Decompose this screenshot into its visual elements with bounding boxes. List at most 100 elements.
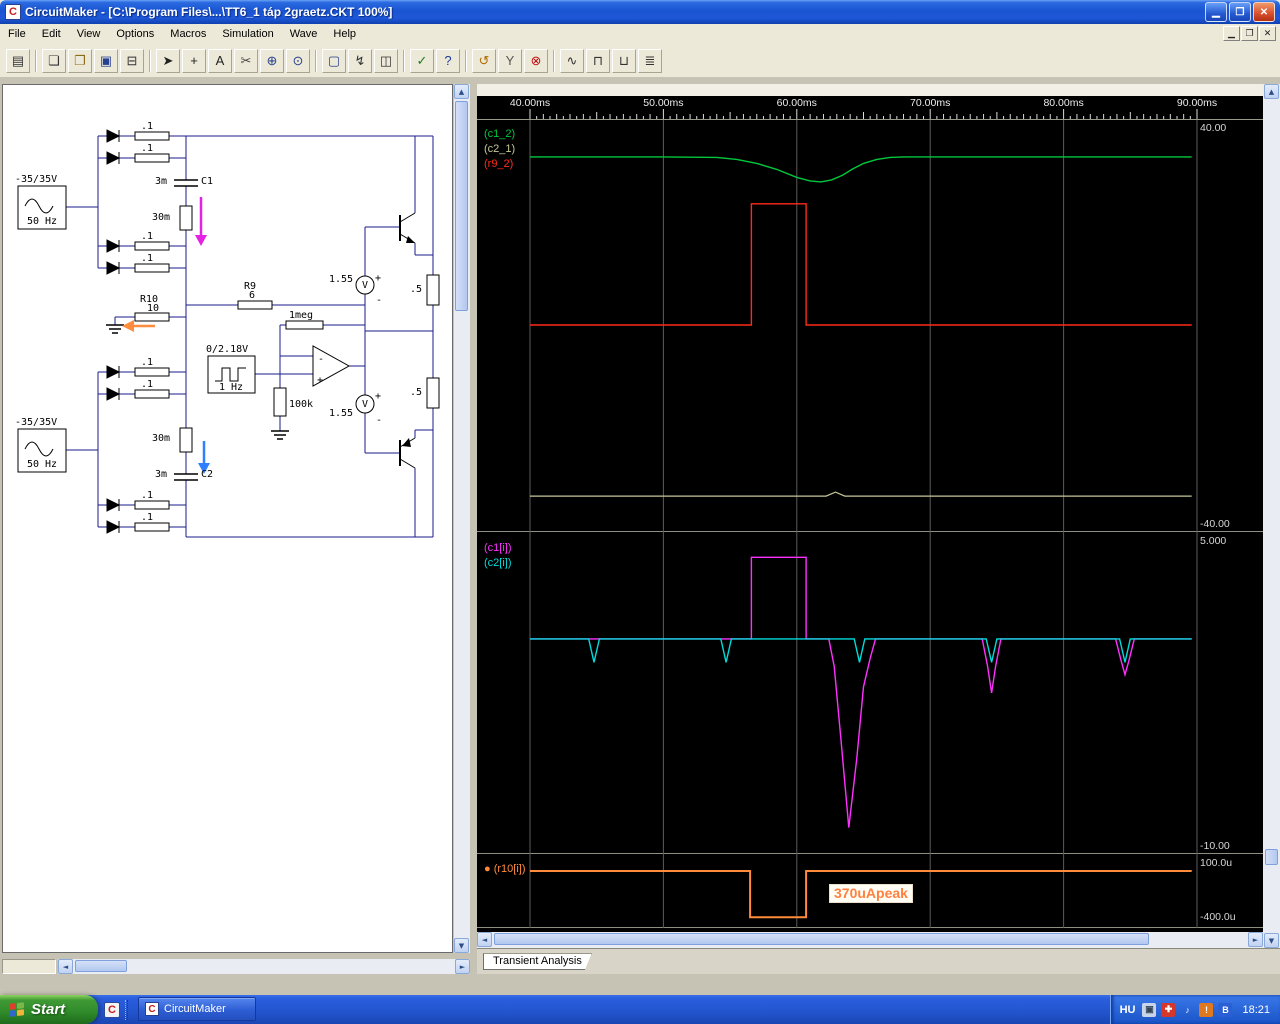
menu-wave[interactable]: Wave (282, 25, 326, 43)
signal-label-c1_2[interactable]: (c1_2) (484, 128, 515, 140)
diode-bridge[interactable] (106, 129, 121, 534)
schematic-canvas[interactable]: V V - + 1 Hz 0/2.18V 50 Hz -35/35V 50 Hz… (3, 85, 453, 953)
zoom-tool-button[interactable]: ⊙ (286, 48, 310, 73)
label-r-small: .1 (141, 379, 153, 390)
select-tool-button[interactable]: ➤ (156, 48, 180, 73)
wave-vscrollbar[interactable]: ▲ ▼ (1263, 84, 1280, 948)
maximize-button[interactable]: ❐ (1229, 2, 1251, 22)
signal-label-c1i[interactable]: (c1[i]) (484, 542, 512, 554)
waveform-canvas-2[interactable] (477, 532, 1263, 854)
waveform-panel[interactable]: 40.00ms 50.00ms 60.00ms 70.00ms 80.00ms 90.00… (477, 84, 1263, 948)
scroll-up-button[interactable]: ▲ (1264, 84, 1279, 99)
language-indicator[interactable]: HU (1120, 1004, 1136, 1016)
reset-simulation-button[interactable]: ↺ (472, 48, 496, 73)
wave-hscrollbar[interactable]: ◄ ► (477, 932, 1263, 948)
scroll-left-button[interactable]: ◄ (477, 932, 492, 947)
probe-arrow-c1[interactable] (195, 197, 207, 246)
wire-tool-button[interactable]: + (182, 48, 206, 73)
antivirus-icon[interactable]: ✚ (1161, 1002, 1176, 1017)
run-check-button[interactable]: ✓ (410, 48, 434, 73)
plot-capacitor-currents[interactable]: (c1[i]) (c2[i]) 5.000 -10.00 (477, 532, 1263, 854)
scope-window-3-button[interactable]: ⊔ (612, 48, 636, 73)
scroll-down-button[interactable]: ▼ (454, 938, 469, 953)
probe-tool-button[interactable]: ↯ (348, 48, 372, 73)
vscroll-thumb[interactable] (455, 101, 468, 311)
new-file-button[interactable]: ❏ (42, 48, 66, 73)
toolbar-separator (35, 49, 37, 72)
schematic-hscrollbar[interactable]: ◄ ► (58, 959, 470, 974)
plot-voltages[interactable]: (c1_2) (c2_1) (r9_2) 40.00 -40.00 (477, 120, 1263, 532)
help-button[interactable]: ? (436, 48, 460, 73)
clock: 18:21 (1242, 1003, 1270, 1016)
menu-edit[interactable]: Edit (34, 25, 69, 43)
open-file-button[interactable]: ❐ (68, 48, 92, 73)
menu-help[interactable]: Help (325, 25, 364, 43)
menu-macros[interactable]: Macros (162, 25, 214, 43)
update-icon[interactable]: ▣ (1142, 1002, 1157, 1017)
scope-window-1-button[interactable]: ∿ (560, 48, 584, 73)
minimize-button[interactable]: ▁ (1205, 2, 1227, 22)
transistor-q1[interactable] (399, 212, 416, 244)
scroll-left-button[interactable]: ◄ (58, 959, 73, 974)
vscroll-thumb[interactable] (1265, 849, 1278, 865)
op-amp[interactable]: - + (312, 345, 351, 387)
scroll-up-button[interactable]: ▲ (454, 84, 469, 99)
capacitor-c2[interactable] (174, 473, 198, 481)
hscroll-thumb[interactable] (75, 960, 127, 972)
voltage-source-v2[interactable]: V (355, 394, 375, 414)
capacitor-c1[interactable] (174, 179, 198, 187)
alert-icon[interactable]: ! (1199, 1002, 1214, 1017)
label-r-mid: 30m (152, 212, 170, 223)
axis-max-label: 100.0u (1200, 857, 1233, 869)
plot-r10-current[interactable]: ● (r10[i]) 100.0u -400.0u 370uApeak (477, 854, 1263, 928)
signal-label-r9_2[interactable]: (r9_2) (484, 158, 513, 170)
menu-options[interactable]: Options (108, 25, 162, 43)
pulse-source[interactable]: 1 Hz (207, 355, 256, 394)
toolbar-separator (149, 49, 151, 72)
schematic-vscrollbar[interactable]: ▲ ▼ (454, 84, 470, 953)
part-browser-button[interactable]: ▤ (6, 48, 30, 73)
scope-window-2-button[interactable]: ⊓ (586, 48, 610, 73)
save-file-button[interactable]: ▣ (94, 48, 118, 73)
menu-file[interactable]: File (0, 25, 34, 43)
print-button[interactable]: ⊟ (120, 48, 144, 73)
mdi-restore-button[interactable]: ❐ (1241, 26, 1258, 41)
schematic-panel[interactable]: V V - + 1 Hz 0/2.18V 50 Hz -35/35V 50 Hz… (2, 84, 453, 953)
text-tool-button[interactable]: A (208, 48, 232, 73)
bluetooth-icon[interactable]: B (1218, 1002, 1233, 1017)
ac-source-1[interactable]: 50 Hz (17, 185, 67, 230)
voltage-source-v1[interactable]: V (355, 275, 375, 295)
split-view-button[interactable]: ◫ (374, 48, 398, 73)
zoom-in-tool-button[interactable]: ⊕ (260, 48, 284, 73)
stop-simulation-button[interactable]: ⊗ (524, 48, 548, 73)
title-bar[interactable]: C CircuitMaker - [C:\Program Files\...\T… (0, 0, 1280, 24)
probe-arrow-r10[interactable] (122, 320, 155, 332)
scroll-right-button[interactable]: ► (455, 959, 470, 974)
multimeter-button[interactable]: Y (498, 48, 522, 73)
waveform-canvas-1[interactable] (477, 120, 1263, 532)
signal-label-c2i[interactable]: (c2[i]) (484, 557, 512, 569)
signal-label-r10i[interactable]: ● (r10[i]) (484, 863, 526, 875)
menu-bar: File Edit View Options Macros Simulation Wave H… (0, 24, 1280, 44)
tab-transient-analysis[interactable]: Transient Analysis (483, 953, 592, 970)
menu-simulation[interactable]: Simulation (214, 25, 281, 43)
close-button[interactable]: ✕ (1253, 2, 1275, 22)
scroll-down-button[interactable]: ▼ (1264, 933, 1279, 948)
scope-window-4-button[interactable]: ≣ (638, 48, 662, 73)
start-button[interactable]: Start (0, 995, 98, 1024)
hscroll-thumb[interactable] (494, 933, 1149, 945)
volume-icon[interactable]: ♪ (1180, 1003, 1194, 1017)
zoom-page-button[interactable]: ▢ (322, 48, 346, 73)
quick-launch-divider[interactable] (125, 999, 128, 1020)
mdi-close-button[interactable]: ✕ (1259, 26, 1276, 41)
taskbar-circuitmaker-button[interactable]: C CircuitMaker (138, 997, 256, 1021)
transistor-q2[interactable] (399, 437, 416, 469)
trace-c1_2 (530, 156, 1192, 183)
signal-label-c2_1[interactable]: (c2_1) (484, 143, 515, 155)
menu-view[interactable]: View (69, 25, 109, 43)
mdi-minimize-button[interactable]: ▁ (1223, 26, 1240, 41)
scroll-right-button[interactable]: ► (1248, 932, 1263, 947)
ac-source-2[interactable]: 50 Hz (17, 428, 67, 473)
quick-launch-circuitmaker-icon[interactable]: C (104, 1001, 120, 1018)
delete-tool-button[interactable]: ✂ (234, 48, 258, 73)
